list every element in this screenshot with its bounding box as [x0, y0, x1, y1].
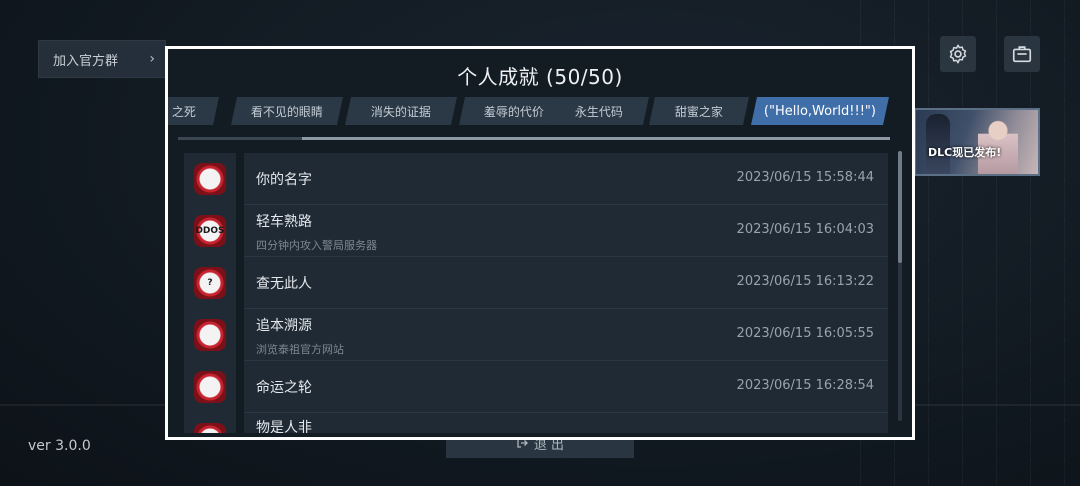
- dlc-banner[interactable]: DLC现已发布!: [914, 108, 1040, 176]
- achievement-desc: 四分钟内攻入警局服务器: [256, 239, 377, 252]
- achievement-row[interactable]: 物是人非: [244, 413, 888, 433]
- achievement-list-scrollbar-thumb[interactable]: [898, 151, 902, 263]
- achievement-name: 物是人非: [256, 420, 312, 433]
- version-label: ver 3.0.0: [28, 438, 91, 454]
- chevron-right-icon: ›: [149, 51, 155, 67]
- wheel-icon: [194, 371, 226, 403]
- dialog-title: 个人成就 (50/50): [457, 65, 623, 89]
- achievement-name: 你的名字: [256, 172, 312, 188]
- tab-chapter-6[interactable]: 甜蜜之家: [649, 97, 749, 125]
- tab-label: 之死: [171, 104, 196, 119]
- portrait-icon: [194, 163, 226, 195]
- tab-chapter-5[interactable]: 永生代码: [549, 97, 649, 125]
- tab-chapter-2[interactable]: 看不见的眼睛: [231, 97, 343, 125]
- settings-icon: [949, 44, 967, 64]
- achievement-time: 2023/06/15 15:58:44: [736, 170, 874, 185]
- achievement-row[interactable]: 轻车熟路 四分钟内攻入警局服务器 2023/06/15 16:04:03: [244, 205, 888, 257]
- tab-label: 永生代码: [574, 104, 623, 119]
- icon-label: DDOS: [195, 226, 225, 236]
- achievement-icon-column: DDOS ?: [184, 153, 236, 433]
- achievement-row[interactable]: 你的名字 2023/06/15 15:58:44: [244, 153, 888, 205]
- achievement-time: 2023/06/15 16:13:22: [736, 274, 874, 289]
- tab-chapter-7[interactable]: ("Hello,World!!!"): [751, 97, 889, 125]
- achievement-desc: 浏览泰祖官方网站: [256, 343, 344, 356]
- achievement-list: DDOS ? 你的名字 2023/06/15 15:58:44 轻车熟路 四分钟…: [184, 153, 888, 433]
- join-official-group-button[interactable]: 加入官方群 ›: [38, 40, 166, 78]
- achievement-time: 2023/06/15 16:28:54: [736, 378, 874, 393]
- tab-chapter-3[interactable]: 消失的证据: [345, 97, 457, 125]
- cubes-icon: [194, 319, 226, 351]
- tab-label: 羞辱的代价: [483, 104, 544, 119]
- achievement-name: 追本溯源: [256, 318, 312, 334]
- ddos-icon: DDOS: [194, 215, 226, 247]
- chapter-tabs: 之死 看不见的眼睛 消失的证据 羞辱的代价 永生代码 甜蜜之家 ("Hello,…: [168, 97, 890, 127]
- tabs-scrollbar[interactable]: [178, 137, 890, 140]
- achievements-dialog: 个人成就 (50/50) 之死 看不见的眼睛 消失的证据 羞辱的代价 永生代码 …: [165, 46, 915, 440]
- achievement-row[interactable]: 追本溯源 浏览泰祖官方网站 2023/06/15 16:05:55: [244, 309, 888, 361]
- achievement-rows: 你的名字 2023/06/15 15:58:44 轻车熟路 四分钟内攻入警局服务…: [244, 153, 888, 433]
- tab-label: 消失的证据: [370, 104, 431, 119]
- icon-label: ?: [207, 278, 213, 288]
- achievement-time: 2023/06/15 16:05:55: [736, 326, 874, 341]
- achievement-name: 命运之轮: [256, 380, 312, 396]
- achievement-name: 轻车熟路: [256, 214, 312, 230]
- tab-label: 看不见的眼睛: [250, 104, 323, 119]
- dlc-banner-text: DLC现已发布!: [928, 146, 1002, 159]
- settings-button[interactable]: [940, 36, 976, 72]
- briefcase-icon: [1012, 46, 1032, 63]
- tab-label: ("Hello,World!!!"): [763, 103, 877, 119]
- clock-icon: [194, 423, 226, 433]
- achievement-list-scrollbar[interactable]: [898, 151, 902, 421]
- achievement-row[interactable]: 命运之轮 2023/06/15 16:28:54: [244, 361, 888, 413]
- join-group-label: 加入官方群: [53, 53, 119, 69]
- achievement-time: 2023/06/15 16:04:03: [736, 222, 874, 237]
- achievement-name: 查无此人: [256, 276, 312, 292]
- question-file-icon: ?: [194, 267, 226, 299]
- tab-label: 甜蜜之家: [674, 104, 723, 119]
- tab-chapter-1[interactable]: 之死: [168, 97, 219, 125]
- inventory-button[interactable]: [1004, 36, 1040, 72]
- tabs-scrollbar-thumb[interactable]: [302, 137, 890, 140]
- achievement-row[interactable]: 查无此人 2023/06/15 16:13:22: [244, 257, 888, 309]
